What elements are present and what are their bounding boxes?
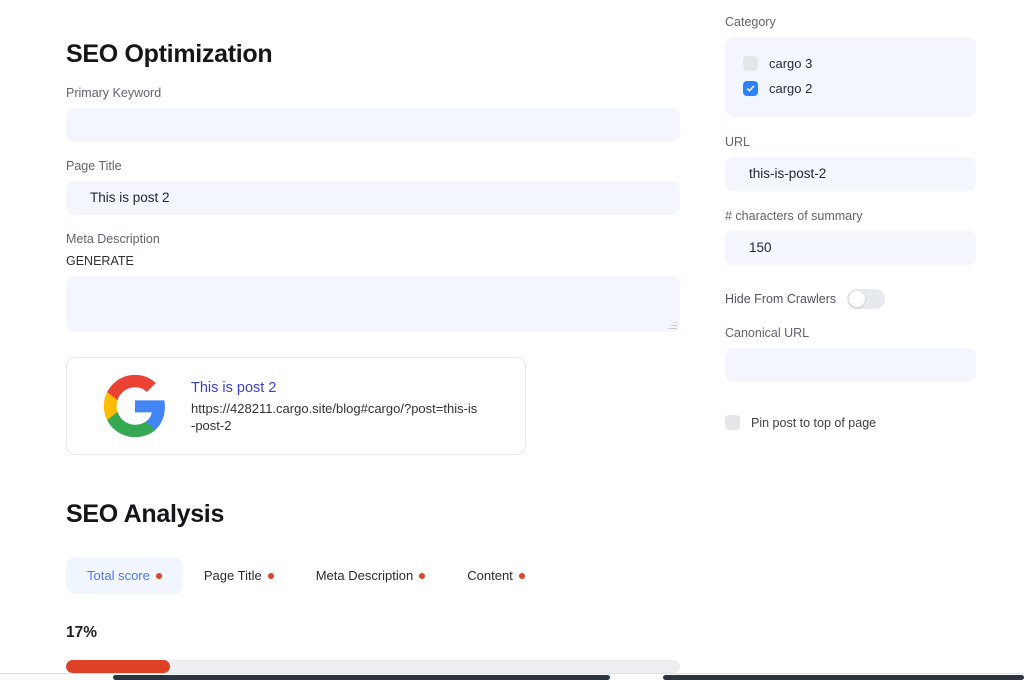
category-option-cargo-2[interactable]: cargo 2 (725, 76, 976, 101)
tab-meta-description[interactable]: Meta Description (295, 557, 447, 594)
hide-from-crawlers-toggle[interactable] (847, 289, 886, 309)
google-search-preview-card: This is post 2 https://428211.cargo.site… (66, 357, 526, 455)
checkbox-unchecked-icon[interactable] (725, 415, 740, 430)
seo-analysis-title: SEO Analysis (66, 500, 225, 528)
page-title: SEO Optimization (66, 40, 273, 68)
url-label: URL (725, 135, 751, 149)
hide-from-crawlers-row: Hide From Crawlers (725, 289, 976, 309)
horizontal-scrollbar[interactable] (0, 673, 1024, 680)
meta-description-textarea[interactable] (66, 276, 680, 332)
checkbox-checked-icon[interactable] (743, 81, 758, 96)
primary-keyword-label: Primary Keyword (66, 86, 162, 100)
category-option-label: cargo 3 (769, 56, 813, 71)
meta-description-generate-button[interactable]: GENERATE (66, 254, 680, 269)
tab-total-score[interactable]: Total score (66, 557, 183, 594)
status-dot-icon (518, 572, 525, 579)
settings-sidebar: Category cargo 3 cargo 2 URL this-is-pos… (725, 14, 976, 430)
summary-characters-input[interactable]: 150 (725, 231, 976, 265)
tab-content[interactable]: Content (446, 557, 546, 594)
canonical-url-input[interactable] (725, 348, 976, 382)
meta-description-label: Meta Description (66, 232, 160, 246)
canonical-url-label: Canonical URL (725, 326, 810, 340)
hide-from-crawlers-label: Hide From Crawlers (725, 292, 837, 306)
primary-keyword-input[interactable] (66, 108, 680, 142)
page-title-field: Page Title This is post 2 (66, 158, 680, 215)
resize-handle-icon[interactable] (668, 320, 677, 329)
tab-page-title[interactable]: Page Title (183, 557, 295, 594)
tab-content-label: Content (467, 568, 513, 583)
toggle-knob-icon (849, 291, 866, 307)
score-progress-fill (66, 660, 171, 673)
url-input[interactable]: this-is-post-2 (725, 157, 976, 191)
category-option-cargo-3[interactable]: cargo 3 (725, 51, 976, 76)
meta-description-field: Meta Description GENERATE (66, 231, 680, 332)
category-options-panel: cargo 3 cargo 2 (725, 37, 976, 117)
checkbox-unchecked-icon[interactable] (743, 56, 758, 71)
category-option-label: cargo 2 (769, 81, 813, 96)
page-title-label: Page Title (66, 159, 122, 173)
category-label: Category (725, 15, 776, 29)
status-dot-icon (155, 572, 162, 579)
scrollbar-thumb[interactable] (113, 675, 610, 680)
summary-characters-field: # characters of summary 150 (725, 208, 976, 265)
primary-keyword-field: Primary Keyword (66, 85, 680, 142)
score-percentage: 17% (66, 624, 98, 641)
seo-analysis-tabs: Total score Page Title Meta Description … (66, 557, 680, 594)
status-dot-icon (419, 572, 426, 579)
main-content: SEO Optimization Primary Keyword Page Ti… (66, 0, 680, 673)
summary-characters-label: # characters of summary (725, 209, 863, 223)
seo-settings-page: SEO Optimization Primary Keyword Page Ti… (0, 0, 1024, 680)
pin-post-row[interactable]: Pin post to top of page (725, 415, 976, 430)
google-preview-url: https://428211.cargo.site/blog#cargo/?po… (191, 401, 478, 433)
tab-page-title-label: Page Title (203, 568, 262, 583)
google-preview-title[interactable]: This is post 2 (191, 378, 481, 398)
status-dot-icon (267, 572, 274, 579)
pin-post-label: Pin post to top of page (751, 415, 877, 430)
scrollbar-thumb-secondary[interactable] (663, 675, 1024, 680)
google-preview-text: This is post 2 https://428211.cargo.site… (191, 378, 481, 434)
url-field: URL this-is-post-2 (725, 134, 976, 191)
score-progress-bar (66, 660, 680, 673)
google-logo-icon (101, 372, 169, 440)
tab-meta-description-label: Meta Description (315, 568, 414, 583)
canonical-url-field: Canonical URL (725, 325, 976, 382)
tab-total-score-label: Total score (87, 568, 150, 583)
page-title-input[interactable]: This is post 2 (66, 181, 680, 215)
